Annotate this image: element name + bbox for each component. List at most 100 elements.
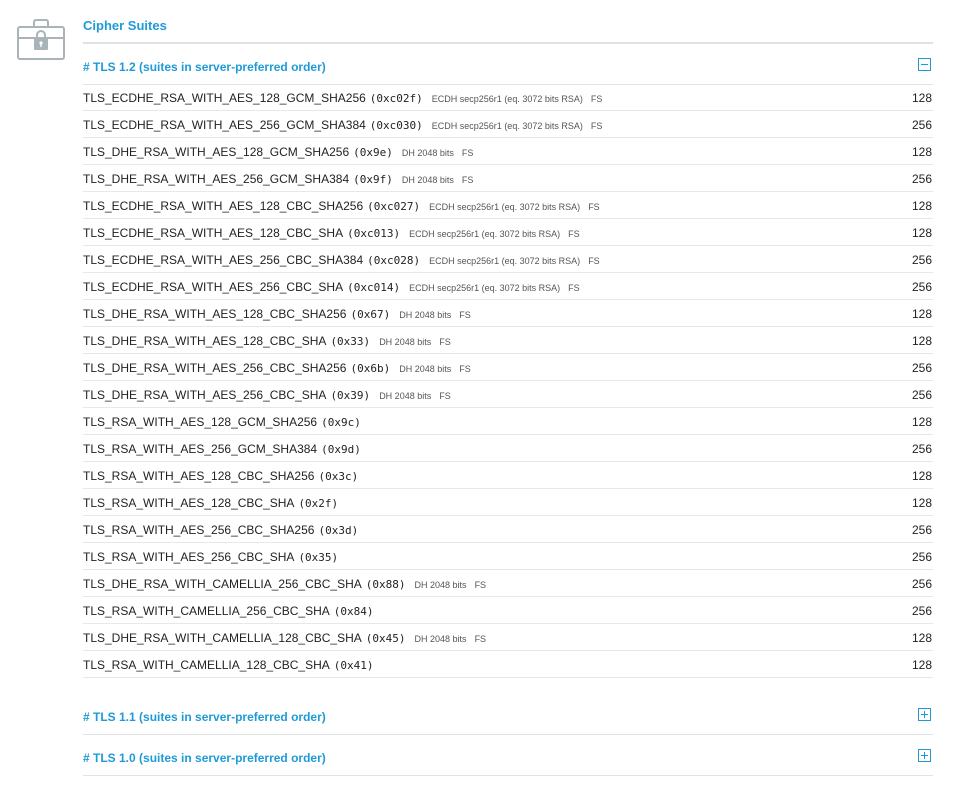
- forward-secrecy-badge: FS: [439, 337, 451, 347]
- suite-code: (0x35): [298, 551, 339, 564]
- suite-code: (0x39): [330, 389, 371, 402]
- key-exchange: ECDH secp256r1 (eq. 3072 bits RSA): [409, 283, 561, 293]
- suite-name: TLS_ECDHE_RSA_WITH_AES_256_CBC_SHA (0xc01…: [83, 280, 580, 294]
- table-row: TLS_RSA_WITH_AES_256_CBC_SHA (0x35) 256: [83, 543, 933, 570]
- suite-bits: 256: [911, 280, 932, 294]
- table-row: TLS_DHE_RSA_WITH_AES_256_CBC_SHA (0x39) DH…: [83, 381, 933, 408]
- forward-secrecy-badge: FS: [590, 121, 603, 131]
- suite-name-text: TLS_RSA_WITH_AES_128_GCM_SHA256: [83, 415, 318, 429]
- table-row: TLS_RSA_WITH_AES_256_GCM_SHA384 (0x9d) 256: [83, 435, 933, 462]
- suite-name-text: TLS_RSA_WITH_CAMELLIA_256_CBC_SHA: [83, 604, 330, 618]
- suite-bits: 256: [911, 577, 932, 591]
- section-tls12-label[interactable]: # TLS 1.2 (suites in server-preferred or…: [83, 60, 326, 74]
- suite-name-text: TLS_DHE_RSA_WITH_AES_256_CBC_SHA256: [83, 361, 347, 375]
- suite-code: (0xc028): [367, 254, 421, 267]
- section-tls11-header[interactable]: # TLS 1.1 (suites in server-preferred or…: [83, 703, 933, 735]
- table-row: TLS_ECDHE_RSA_WITH_AES_256_GCM_SHA384 (0x…: [83, 111, 933, 138]
- key-exchange: ECDH secp256r1 (eq. 3072 bits RSA): [429, 202, 581, 212]
- suite-name: TLS_RSA_WITH_AES_256_CBC_SHA256 (0x3d): [83, 523, 358, 537]
- table-row: TLS_RSA_WITH_AES_128_GCM_SHA256 (0x9c) 128: [83, 408, 933, 435]
- suite-name-text: TLS_ECDHE_RSA_WITH_AES_256_CBC_SHA384: [83, 253, 364, 267]
- forward-secrecy-badge: FS: [588, 202, 600, 212]
- key-exchange: DH 2048 bits: [399, 310, 452, 320]
- table-row: TLS_ECDHE_RSA_WITH_AES_128_CBC_SHA (0xc01…: [83, 219, 933, 246]
- suite-name-text: TLS_ECDHE_RSA_WITH_AES_128_CBC_SHA256: [83, 199, 364, 213]
- table-row: TLS_DHE_RSA_WITH_AES_128_GCM_SHA256 (0x9e…: [83, 138, 933, 165]
- suite-code: (0x3d): [318, 524, 359, 537]
- suite-code: (0xc013): [347, 227, 401, 240]
- suite-bits: 256: [911, 604, 932, 618]
- briefcase-lock-icon: [17, 19, 65, 60]
- table-row: TLS_RSA_WITH_AES_256_CBC_SHA256 (0x3d) 256: [83, 516, 933, 543]
- suite-bits: 256: [911, 550, 932, 564]
- suite-name-text: TLS_RSA_WITH_AES_128_CBC_SHA: [83, 496, 295, 510]
- suite-bits: 128: [911, 469, 932, 483]
- suite-name: TLS_DHE_RSA_WITH_AES_256_GCM_SHA384 (0x9f…: [83, 172, 473, 186]
- suite-code: (0x6b): [350, 362, 391, 375]
- section-tls10-label[interactable]: # TLS 1.0 (suites in server-preferred or…: [83, 751, 326, 765]
- table-row: TLS_DHE_RSA_WITH_AES_256_CBC_SHA256 (0x6b…: [83, 354, 933, 381]
- suite-name: TLS_ECDHE_RSA_WITH_AES_256_GCM_SHA384 (0x…: [83, 118, 602, 132]
- suite-code: (0xc030): [369, 119, 423, 132]
- suite-name: TLS_ECDHE_RSA_WITH_AES_128_CBC_SHA (0xc01…: [83, 226, 580, 240]
- suite-code: (0x33): [330, 335, 371, 348]
- table-row: TLS_DHE_RSA_WITH_AES_128_CBC_SHA (0x33) DH…: [83, 327, 933, 354]
- suite-name: TLS_ECDHE_RSA_WITH_AES_128_CBC_SHA256 (0x…: [83, 199, 600, 213]
- suite-bits: 128: [911, 91, 932, 105]
- suite-name-text: TLS_ECDHE_RSA_WITH_AES_256_CBC_SHA: [83, 280, 344, 294]
- suite-code: (0x41): [333, 659, 374, 672]
- section-tls11-label[interactable]: # TLS 1.1 (suites in server-preferred or…: [83, 710, 326, 724]
- forward-secrecy-badge: FS: [461, 148, 474, 158]
- suite-code: (0xc02f): [369, 92, 423, 105]
- key-exchange: ECDH secp256r1 (eq. 3072 bits RSA): [431, 94, 583, 104]
- suite-bits: 128: [911, 658, 932, 672]
- suite-bits: 256: [911, 172, 932, 186]
- table-row: TLS_DHE_RSA_WITH_AES_256_GCM_SHA384 (0x9f…: [83, 165, 933, 192]
- suite-code: (0x9d): [321, 443, 361, 456]
- forward-secrecy-badge: FS: [590, 94, 603, 104]
- suite-name: TLS_DHE_RSA_WITH_AES_256_CBC_SHA (0x39) DH…: [83, 388, 451, 402]
- suite-name: TLS_DHE_RSA_WITH_AES_256_CBC_SHA256 (0x6b…: [83, 361, 471, 375]
- suite-bits: 128: [911, 307, 932, 321]
- suite-name-text: TLS_ECDHE_RSA_WITH_AES_128_CBC_SHA: [83, 226, 344, 240]
- expand-icon[interactable]: [918, 708, 931, 721]
- forward-secrecy-badge: FS: [461, 175, 474, 185]
- suite-name-text: TLS_DHE_RSA_WITH_AES_128_CBC_SHA256: [83, 307, 347, 321]
- section-tls12-header[interactable]: # TLS 1.2 (suites in server-preferred or…: [83, 53, 933, 85]
- suite-code: (0xc014): [347, 281, 401, 294]
- suite-name-text: TLS_ECDHE_RSA_WITH_AES_256_GCM_SHA384: [83, 118, 366, 132]
- forward-secrecy-badge: FS: [474, 634, 487, 644]
- forward-secrecy-badge: FS: [439, 391, 451, 401]
- suite-bits: 256: [911, 523, 932, 537]
- suite-name-text: TLS_RSA_WITH_AES_256_CBC_SHA256: [83, 523, 315, 537]
- key-exchange: ECDH secp256r1 (eq. 3072 bits RSA): [431, 121, 583, 131]
- forward-secrecy-badge: FS: [474, 580, 487, 590]
- suite-name-text: TLS_DHE_RSA_WITH_CAMELLIA_256_CBC_SHA: [83, 577, 362, 591]
- suite-code: (0x84): [333, 605, 374, 618]
- expand-icon[interactable]: [918, 749, 931, 762]
- suite-bits: 256: [911, 361, 932, 375]
- suite-name: TLS_DHE_RSA_WITH_CAMELLIA_128_CBC_SHA (0x…: [83, 631, 486, 645]
- suite-name: TLS_RSA_WITH_CAMELLIA_256_CBC_SHA (0x84): [83, 604, 374, 618]
- suite-bits: 128: [911, 226, 932, 240]
- suite-bits: 128: [911, 145, 932, 159]
- suite-name-text: TLS_ECDHE_RSA_WITH_AES_128_GCM_SHA256: [83, 91, 366, 105]
- suite-name: TLS_RSA_WITH_AES_128_CBC_SHA (0x2f): [83, 496, 338, 510]
- forward-secrecy-badge: FS: [459, 364, 471, 374]
- suite-name: TLS_DHE_RSA_WITH_AES_128_CBC_SHA (0x33) DH…: [83, 334, 451, 348]
- suite-code: (0x9f): [353, 173, 393, 186]
- suite-code: (0x3c): [318, 470, 359, 483]
- table-row: TLS_RSA_WITH_CAMELLIA_128_CBC_SHA (0x41) 1…: [83, 651, 933, 678]
- collapse-icon[interactable]: [918, 58, 931, 71]
- suite-name-text: TLS_RSA_WITH_AES_256_GCM_SHA384: [83, 442, 318, 456]
- key-exchange: DH 2048 bits: [414, 580, 467, 590]
- suite-code: (0x9c): [321, 416, 361, 429]
- suite-bits: 128: [911, 199, 932, 213]
- suite-code: (0x67): [350, 308, 391, 321]
- suite-name-text: TLS_RSA_WITH_CAMELLIA_128_CBC_SHA: [83, 658, 330, 672]
- page-title: Cipher Suites: [83, 18, 167, 33]
- suite-name: TLS_RSA_WITH_AES_128_CBC_SHA256 (0x3c): [83, 469, 358, 483]
- section-tls10-header[interactable]: # TLS 1.0 (suites in server-preferred or…: [83, 744, 933, 776]
- key-exchange: DH 2048 bits: [401, 175, 454, 185]
- table-row: TLS_ECDHE_RSA_WITH_AES_256_CBC_SHA (0xc01…: [83, 273, 933, 300]
